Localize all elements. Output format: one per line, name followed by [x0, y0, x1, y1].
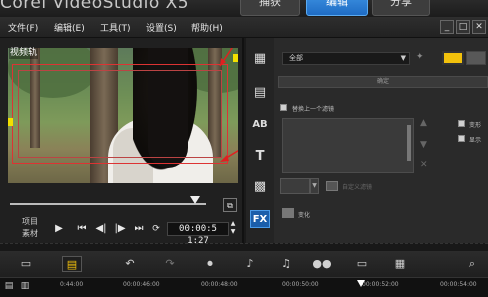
previous-frame-icon[interactable]: ◀| — [94, 222, 108, 236]
tab-share[interactable]: 分享 — [372, 0, 430, 16]
play-icon[interactable]: ▶ — [52, 222, 66, 236]
applied-filter-list[interactable] — [282, 118, 414, 173]
transform-label: 变形 — [469, 122, 482, 129]
menu-edit[interactable]: 编辑(E) — [54, 21, 85, 34]
show-label: 显示 — [469, 137, 482, 144]
playhead-marker[interactable] — [357, 280, 365, 287]
list-view-button[interactable] — [466, 51, 486, 65]
tab-edit[interactable]: 编辑 — [306, 0, 368, 16]
zoom-icon[interactable]: ⌕ — [462, 256, 482, 272]
gallery-select-value: 全部 — [289, 54, 303, 62]
timecode-stepper-icon[interactable]: ▲ ▼ — [229, 220, 237, 236]
custom-filter-icon[interactable] — [326, 181, 338, 191]
mode-clip[interactable]: 素材 — [22, 228, 38, 239]
transform-checkbox[interactable] — [458, 120, 465, 127]
tab-capture[interactable]: 捕获 — [240, 0, 300, 16]
view-toggle-button[interactable] — [442, 51, 464, 65]
library-panel: 全部 ▼ ✦ 确定 替换上一个滤镜 ▲ ▼ ✕ 变形 显示 ▼ 自定义滤镜 变化 — [274, 38, 488, 243]
ruler-tick: 00:00:46:00 — [123, 281, 160, 288]
show-checkbox[interactable] — [458, 135, 465, 142]
storyboard-view-icon[interactable]: ▭ — [16, 256, 36, 272]
subtitle-editor-icon[interactable]: ▭ — [352, 256, 372, 272]
delete-icon[interactable]: ✕ — [420, 160, 428, 170]
multi-trim-icon[interactable]: ▦ — [390, 256, 410, 272]
auto-music-icon[interactable]: ♫ — [276, 256, 296, 272]
title-icon[interactable]: T — [250, 148, 270, 166]
add-star-icon[interactable]: ✦ — [416, 52, 424, 62]
repeat-icon[interactable]: ⟳ — [150, 222, 162, 236]
instant-project-icon[interactable]: ▤ — [250, 84, 270, 102]
home-icon[interactable]: ⏮ — [75, 222, 89, 236]
close-button[interactable]: ✕ — [472, 20, 486, 34]
menu-help[interactable]: 帮助(H) — [191, 21, 223, 34]
replace-last-filter-label: 替换上一个滤镜 — [292, 106, 335, 113]
video-preview[interactable] — [8, 48, 238, 183]
end-icon[interactable]: ⏭ — [132, 222, 146, 236]
media-icon[interactable]: ▦ — [250, 50, 270, 68]
replace-last-filter-checkbox[interactable] — [280, 104, 287, 111]
fx-filter-icon[interactable]: FX — [250, 210, 270, 228]
variation-icon[interactable] — [282, 208, 294, 218]
scrub-knob[interactable] — [190, 196, 200, 204]
tool-column: ▦ ▤ AB T ▩ FX — [246, 38, 274, 243]
timeline-ruler[interactable]: ▤ ▥ 0:44:00 00:00:46:00 00:00:48:00 00:0… — [0, 277, 488, 297]
minimize-button[interactable]: _ — [440, 20, 454, 34]
chevron-down-icon[interactable]: ▼ — [310, 178, 319, 194]
menu-bar: 文件(F) 编辑(E) 工具(T) 设置(S) 帮助(H) _ □ ✕ — [0, 17, 488, 38]
graphic-icon[interactable]: ▩ — [250, 178, 270, 196]
mode-project[interactable]: 项目 — [22, 216, 38, 227]
apply-button[interactable]: 确定 — [278, 76, 488, 88]
ruler-tick: 00:00:54:00 — [440, 281, 477, 288]
ruler-tick: 00:00:50:00 — [282, 281, 319, 288]
ruler-tick: 00:00:52:00 — [362, 281, 399, 288]
app-title: Corel VideoStudio X5 — [0, 0, 190, 13]
fullscreen-icon[interactable]: ⧉ — [223, 198, 237, 212]
annotation-arrows — [219, 48, 238, 162]
custom-filter-label[interactable]: 自定义滤镜 — [342, 182, 372, 191]
list-scrollbar[interactable] — [407, 125, 411, 161]
transition-icon[interactable]: AB — [250, 116, 270, 134]
record-capture-icon[interactable]: ⏺ — [200, 256, 220, 272]
title-bar: Corel VideoStudio X5 捕获 编辑 分享 — [0, 0, 488, 17]
redo-icon[interactable]: ↷ — [160, 256, 180, 272]
maximize-button[interactable]: □ — [456, 20, 470, 34]
timeline-toolbar: ▭ ▤ ↶ ↷ ⏺ ♪ ♫ ●● ▭ ▦ ⌕ — [0, 251, 488, 277]
move-down-icon[interactable]: ▼ — [420, 140, 427, 150]
timecode-display[interactable]: 00:00:5 1:27 — [167, 222, 229, 246]
ruler-tick: 00:00:48:00 — [201, 281, 238, 288]
chevron-down-icon: ▼ — [400, 54, 406, 62]
variation-label[interactable]: 变化 — [298, 210, 310, 219]
scrub-bar[interactable] — [10, 203, 206, 205]
motion-tracking-icon[interactable]: ●● — [312, 256, 332, 272]
ruler-tick: 0:44:00 — [60, 281, 84, 288]
menu-settings[interactable]: 设置(S) — [146, 21, 177, 34]
gallery-select[interactable]: 全部 ▼ — [282, 52, 410, 65]
undo-icon[interactable]: ↶ — [120, 256, 140, 272]
timeline-view-icon[interactable]: ▤ — [62, 256, 82, 272]
menu-file[interactable]: 文件(F) — [8, 21, 38, 34]
preset-box[interactable] — [280, 178, 310, 194]
move-up-icon[interactable]: ▲ — [420, 118, 427, 128]
panel-divider[interactable] — [0, 243, 488, 251]
sound-mixer-icon[interactable]: ♪ — [240, 256, 260, 272]
track-overlay-label: 视频轨 — [9, 48, 39, 59]
track-manager-icon[interactable]: ▤ — [2, 279, 16, 293]
menu-tools[interactable]: 工具(T) — [100, 21, 131, 34]
chapter-icon[interactable]: ▥ — [18, 279, 32, 293]
next-frame-icon[interactable]: |▶ — [113, 222, 127, 236]
preview-panel: 视频轨 ⧉ 项目 素材 ▶ ⏮ ◀| |▶ ⏭ ⟳ 00:00:5 1:27 ▲… — [0, 38, 244, 246]
